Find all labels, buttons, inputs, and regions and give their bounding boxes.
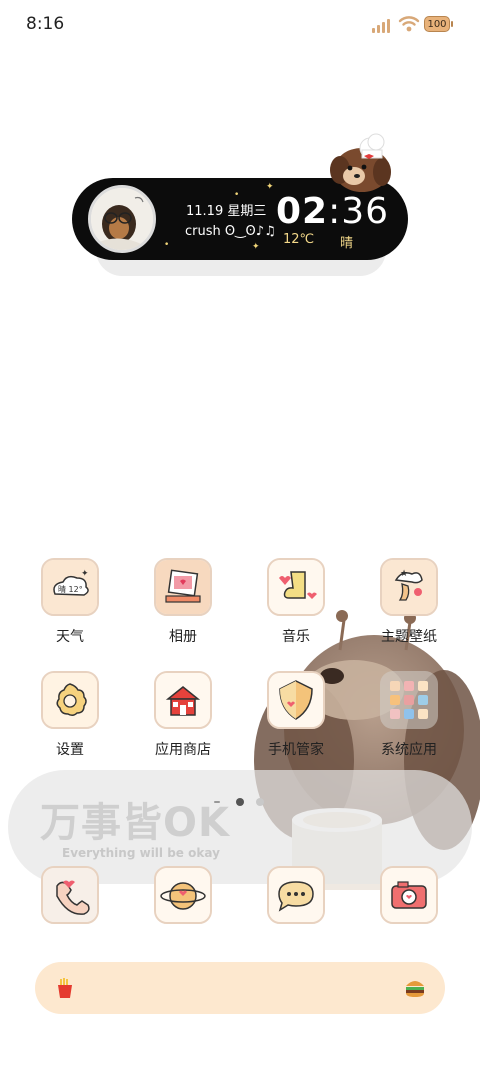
app-label: 手机管家: [268, 742, 324, 758]
widget-date: 11.19 星期三: [186, 204, 267, 219]
weather-icon-text: 晴 12°: [58, 584, 83, 594]
widget-temperature: 12℃: [283, 232, 315, 247]
svg-text:★: ★: [400, 569, 408, 579]
browser-icon: [154, 866, 212, 924]
fries-icon[interactable]: [52, 975, 78, 1001]
banner-subtitle: Everything will be okay: [62, 846, 220, 860]
widget-weather: 晴: [340, 236, 354, 251]
app-label: 系统应用: [381, 742, 437, 758]
burger-icon[interactable]: [402, 975, 428, 1001]
wifi-icon: [398, 16, 420, 32]
app-label: 应用商店: [155, 742, 211, 758]
chef-dog-sticker: [330, 133, 391, 192]
app-browser[interactable]: [133, 866, 233, 966]
settings-icon: [41, 671, 99, 729]
app-phone-manager[interactable]: 手机管家: [246, 671, 346, 771]
phone-manager-icon: [267, 671, 325, 729]
app-label: 主题壁纸: [381, 629, 437, 645]
theme-wallpaper-icon: ★: [380, 558, 438, 616]
app-phone[interactable]: [20, 866, 120, 966]
sparkle-icon: ✦: [252, 242, 260, 252]
status-bar: 8:16 100: [0, 0, 480, 52]
messages-icon: [267, 866, 325, 924]
widget-clock-hour: 02: [276, 191, 329, 232]
battery-icon: 100: [424, 16, 453, 32]
app-music[interactable]: 音乐: [246, 558, 346, 658]
page-dot-active: [236, 798, 244, 806]
widget-clock: 02:36: [276, 191, 389, 232]
album-icon: [154, 558, 212, 616]
dock-bar[interactable]: [35, 962, 445, 1014]
page-indicator[interactable]: [214, 798, 274, 808]
status-time: 8:16: [26, 14, 65, 34]
widget-crush-text: crush ʘ‿ʘ♪♫: [185, 224, 276, 239]
weather-icon: 晴 12° ✦: [41, 558, 99, 616]
app-settings[interactable]: 设置: [20, 671, 120, 771]
app-label: 天气: [56, 629, 84, 645]
app-app-store[interactable]: 应用商店: [133, 671, 233, 771]
signal-icon: [372, 15, 394, 33]
app-album[interactable]: 相册: [133, 558, 233, 658]
music-icon: [267, 558, 325, 616]
sparkle-icon: •: [234, 190, 240, 200]
app-label: 相册: [169, 629, 197, 645]
widget-clock-minute: :36: [328, 191, 390, 232]
app-system-apps-folder[interactable]: 系统应用: [359, 671, 459, 771]
app-weather[interactable]: 晴 12° ✦ 天气: [20, 558, 120, 658]
svg-text:✦: ✦: [81, 569, 89, 579]
app-theme-wallpaper[interactable]: ★ 主题壁纸: [359, 558, 459, 658]
phone-icon: [41, 866, 99, 924]
app-label: 设置: [56, 742, 84, 758]
app-label: 音乐: [282, 629, 310, 645]
app-messages[interactable]: [246, 866, 346, 966]
page-dot: [214, 801, 220, 803]
app-camera[interactable]: [359, 866, 459, 966]
page-dot: [256, 798, 264, 806]
sparkle-icon: ✦: [266, 182, 274, 192]
app-store-icon: [154, 671, 212, 729]
system-apps-folder-icon: [380, 671, 438, 729]
banner-title: 万事皆OK: [40, 800, 230, 846]
widget-avatar: [88, 185, 156, 253]
sparkle-icon: •: [164, 240, 170, 250]
camera-icon: [380, 866, 438, 924]
